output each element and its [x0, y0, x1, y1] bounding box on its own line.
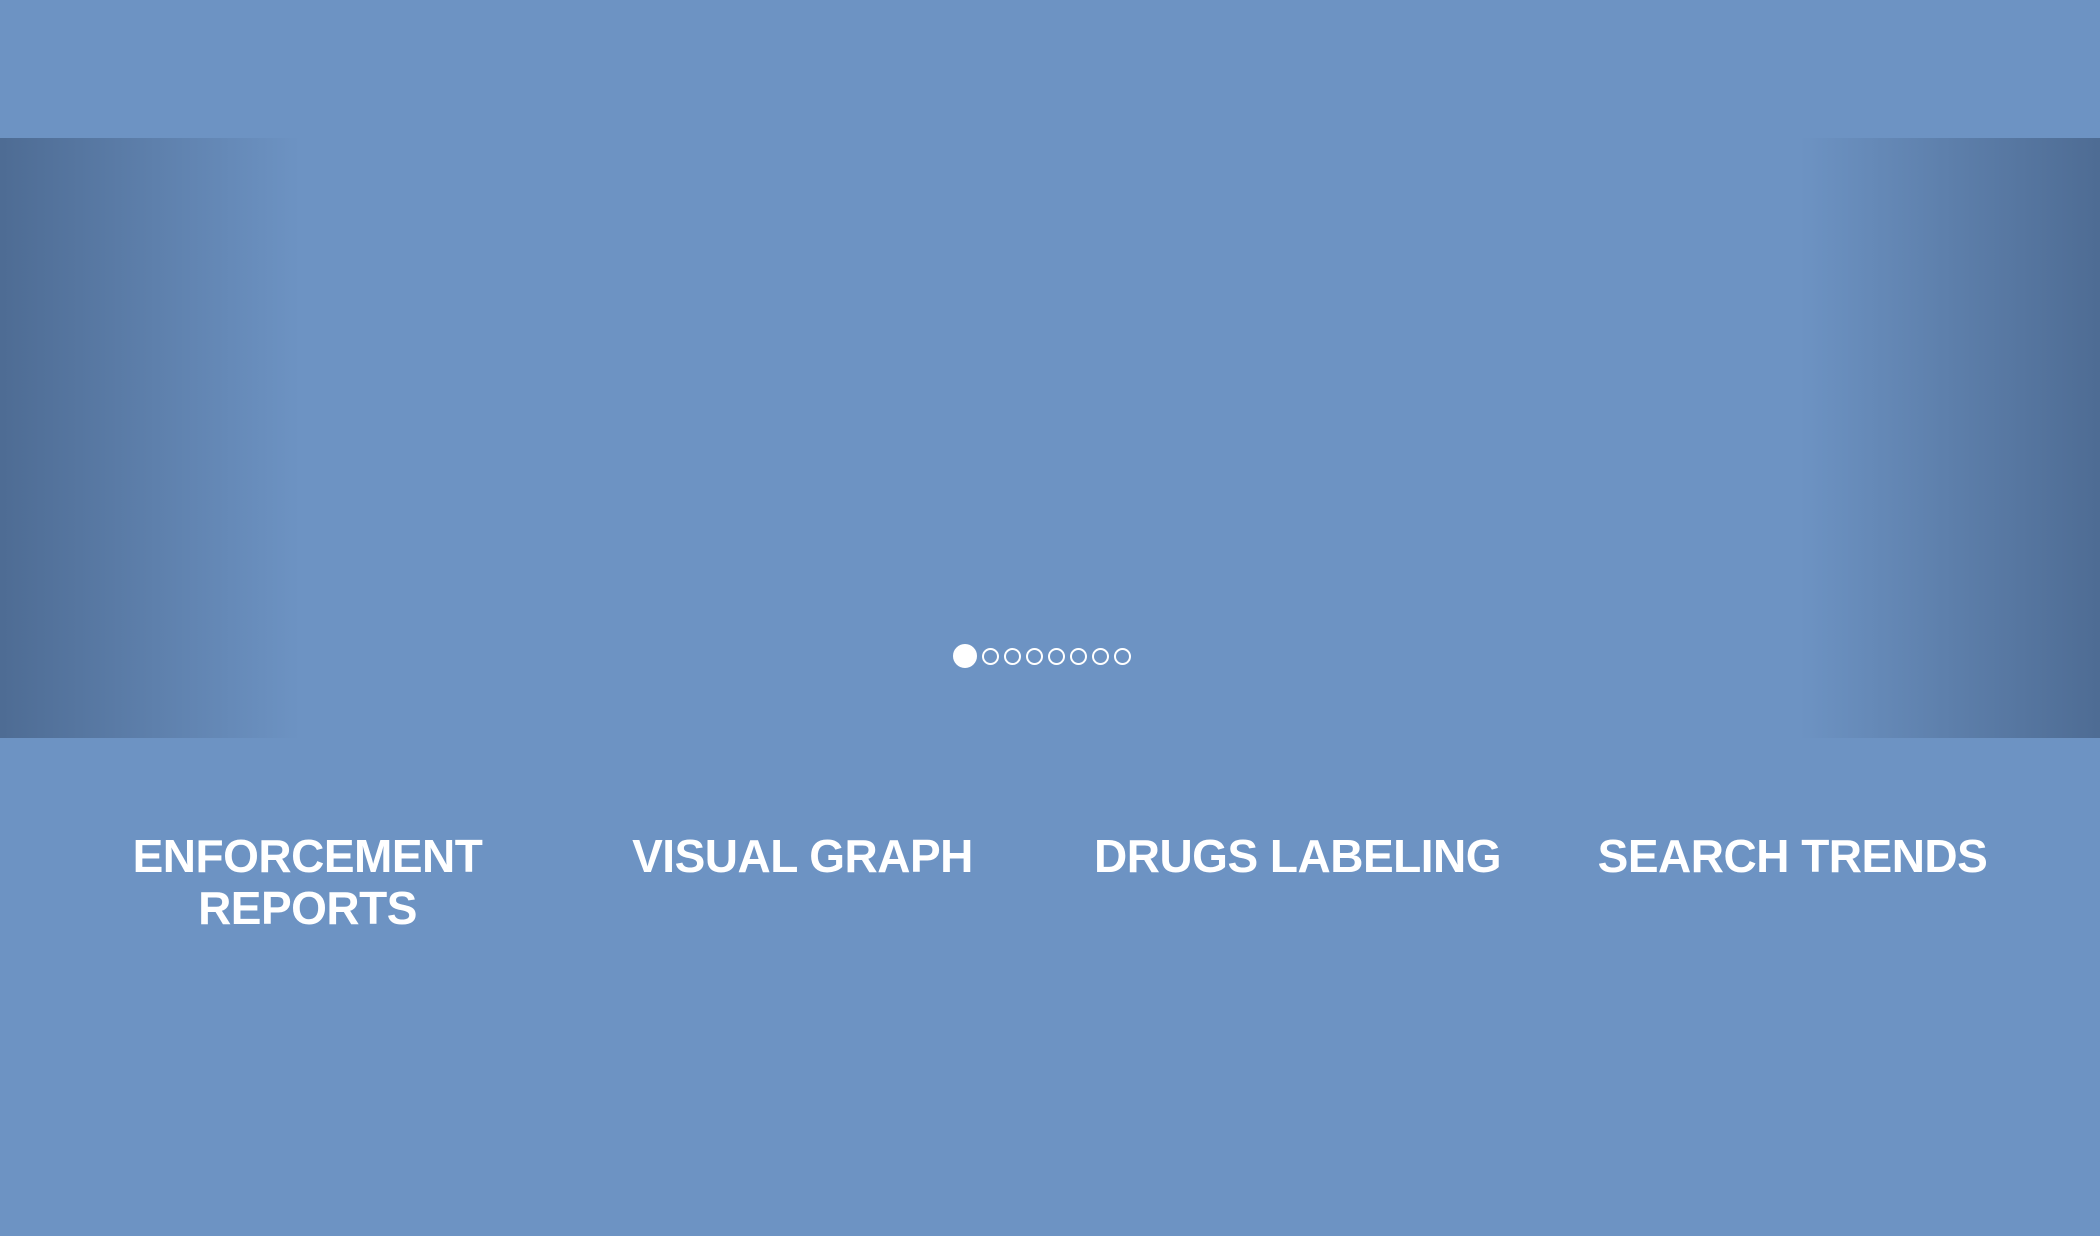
feature-search-trends[interactable]: SEARCH TRENDS	[1545, 830, 2040, 934]
carousel-dot-6[interactable]	[1070, 647, 1087, 665]
carousel-pagination	[953, 644, 1131, 668]
carousel-next-area[interactable]	[1800, 138, 2100, 738]
carousel-prev-area[interactable]	[0, 138, 300, 738]
carousel-dot-7[interactable]	[1092, 647, 1109, 665]
carousel-dot-5[interactable]	[1048, 647, 1065, 665]
carousel-dot-8[interactable]	[1114, 647, 1131, 665]
feature-visual-graph[interactable]: VISUAL GRAPH	[555, 830, 1050, 934]
feature-enforcement-reports[interactable]: ENFORCEMENT REPORTS	[60, 830, 555, 934]
feature-links: ENFORCEMENT REPORTS VISUAL GRAPH DRUGS L…	[0, 830, 2100, 934]
carousel-dot-2[interactable]	[982, 647, 999, 665]
top-bar	[0, 0, 2100, 138]
carousel-dot-3[interactable]	[1004, 647, 1021, 665]
hero-carousel	[0, 138, 2100, 738]
carousel-dot-4[interactable]	[1026, 647, 1043, 665]
feature-drugs-labeling[interactable]: DRUGS LABELING	[1050, 830, 1545, 934]
carousel-dot-1[interactable]	[953, 644, 977, 668]
page: ENFORCEMENT REPORTS VISUAL GRAPH DRUGS L…	[0, 0, 2100, 1236]
